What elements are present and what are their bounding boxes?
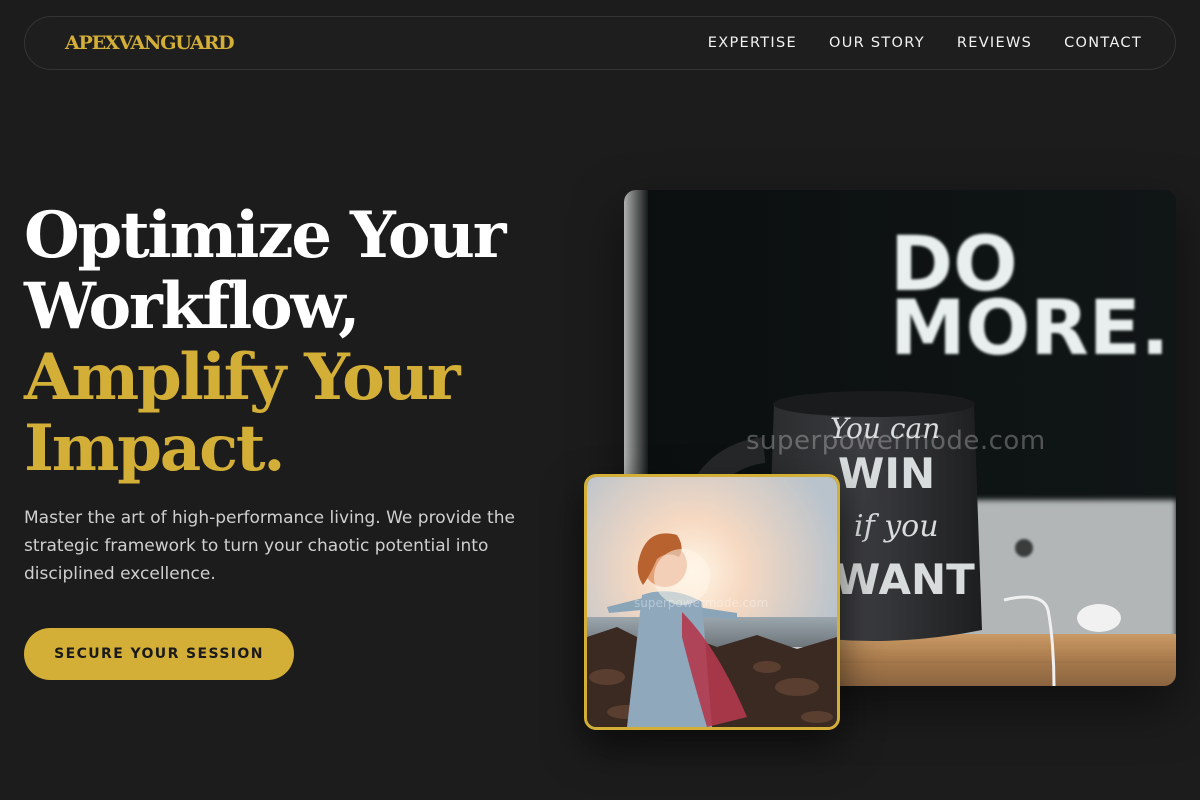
headline-line-3: Amplify Your: [24, 340, 461, 415]
hero-section: Optimize Your Workflow, Amplify Your Imp…: [24, 200, 564, 588]
sign-line-2: MORE.: [890, 283, 1170, 372]
hero-headline: Optimize Your Workflow, Amplify Your Imp…: [24, 200, 564, 484]
headline-line-4: Impact.: [24, 411, 285, 486]
headline-line-1: Optimize Your: [24, 198, 506, 273]
mug-line-3: if you: [854, 509, 939, 544]
main-image-watermark: superpowermode.com: [746, 426, 1046, 456]
mug-line-2: WIN: [838, 449, 935, 498]
nav-link-our-story[interactable]: OUR STORY: [829, 35, 925, 51]
nav-link-expertise[interactable]: EXPERTISE: [708, 35, 797, 51]
mug-line-4: WANT: [834, 555, 975, 604]
nav-links: EXPERTISE OUR STORY REVIEWS CONTACT: [676, 35, 1142, 51]
secondary-image-watermark: superpowermode.com: [634, 596, 769, 610]
top-navigation: APEXVANGUARD EXPERTISE OUR STORY REVIEWS…: [24, 16, 1176, 70]
hero-subtext: Master the art of high-performance livin…: [24, 508, 515, 584]
headline-line-2: Workflow,: [24, 269, 360, 344]
nav-link-reviews[interactable]: REVIEWS: [957, 35, 1032, 51]
secure-session-button[interactable]: SECURE YOUR SESSION: [24, 628, 294, 680]
brand-logo[interactable]: APEXVANGUARD: [65, 32, 235, 54]
nav-link-contact[interactable]: CONTACT: [1064, 35, 1142, 51]
